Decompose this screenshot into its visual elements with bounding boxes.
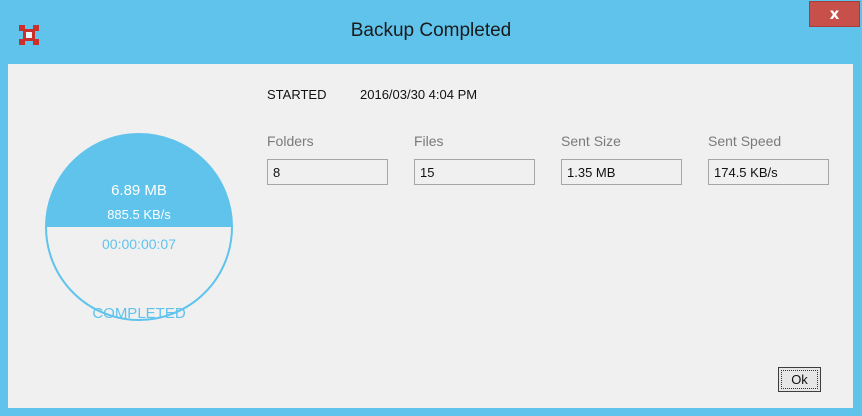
folders-field: 8 [267, 159, 388, 185]
ok-button[interactable]: Ok [778, 367, 821, 392]
sent-size-label: Sent Size [561, 133, 621, 149]
window-title: Backup Completed [350, 20, 512, 41]
sent-size-field: 1.35 MB [561, 159, 682, 185]
sent-speed-field: 174.5 KB/s [708, 159, 829, 185]
ok-button-label: Ok [781, 370, 818, 389]
files-field: 15 [414, 159, 535, 185]
title-bar[interactable]: Backup Completed x [0, 0, 862, 63]
folders-label: Folders [267, 133, 314, 149]
gauge-speed: 885.5 KB/s [107, 207, 171, 222]
sent-speed-label: Sent Speed [708, 133, 782, 149]
gauge-size: 6.89 MB [111, 182, 167, 199]
backup-completed-window: Backup Completed x 6.89 MB 885.5 KB/s 00… [0, 0, 862, 416]
started-value: 2016/03/30 4:04 PM [360, 87, 478, 102]
close-button[interactable]: x [809, 1, 860, 27]
status-label: COMPLETED [92, 305, 186, 322]
close-icon: x [829, 5, 840, 23]
gauge-elapsed-time: 00:00:00:07 [102, 236, 176, 252]
progress-gauge: 6.89 MB 885.5 KB/s 00:00:00:07 [45, 133, 233, 321]
started-label: STARTED [267, 87, 327, 102]
files-label: Files [414, 133, 444, 149]
dialog-content: 6.89 MB 885.5 KB/s 00:00:00:07 COMPLETED… [8, 64, 853, 408]
